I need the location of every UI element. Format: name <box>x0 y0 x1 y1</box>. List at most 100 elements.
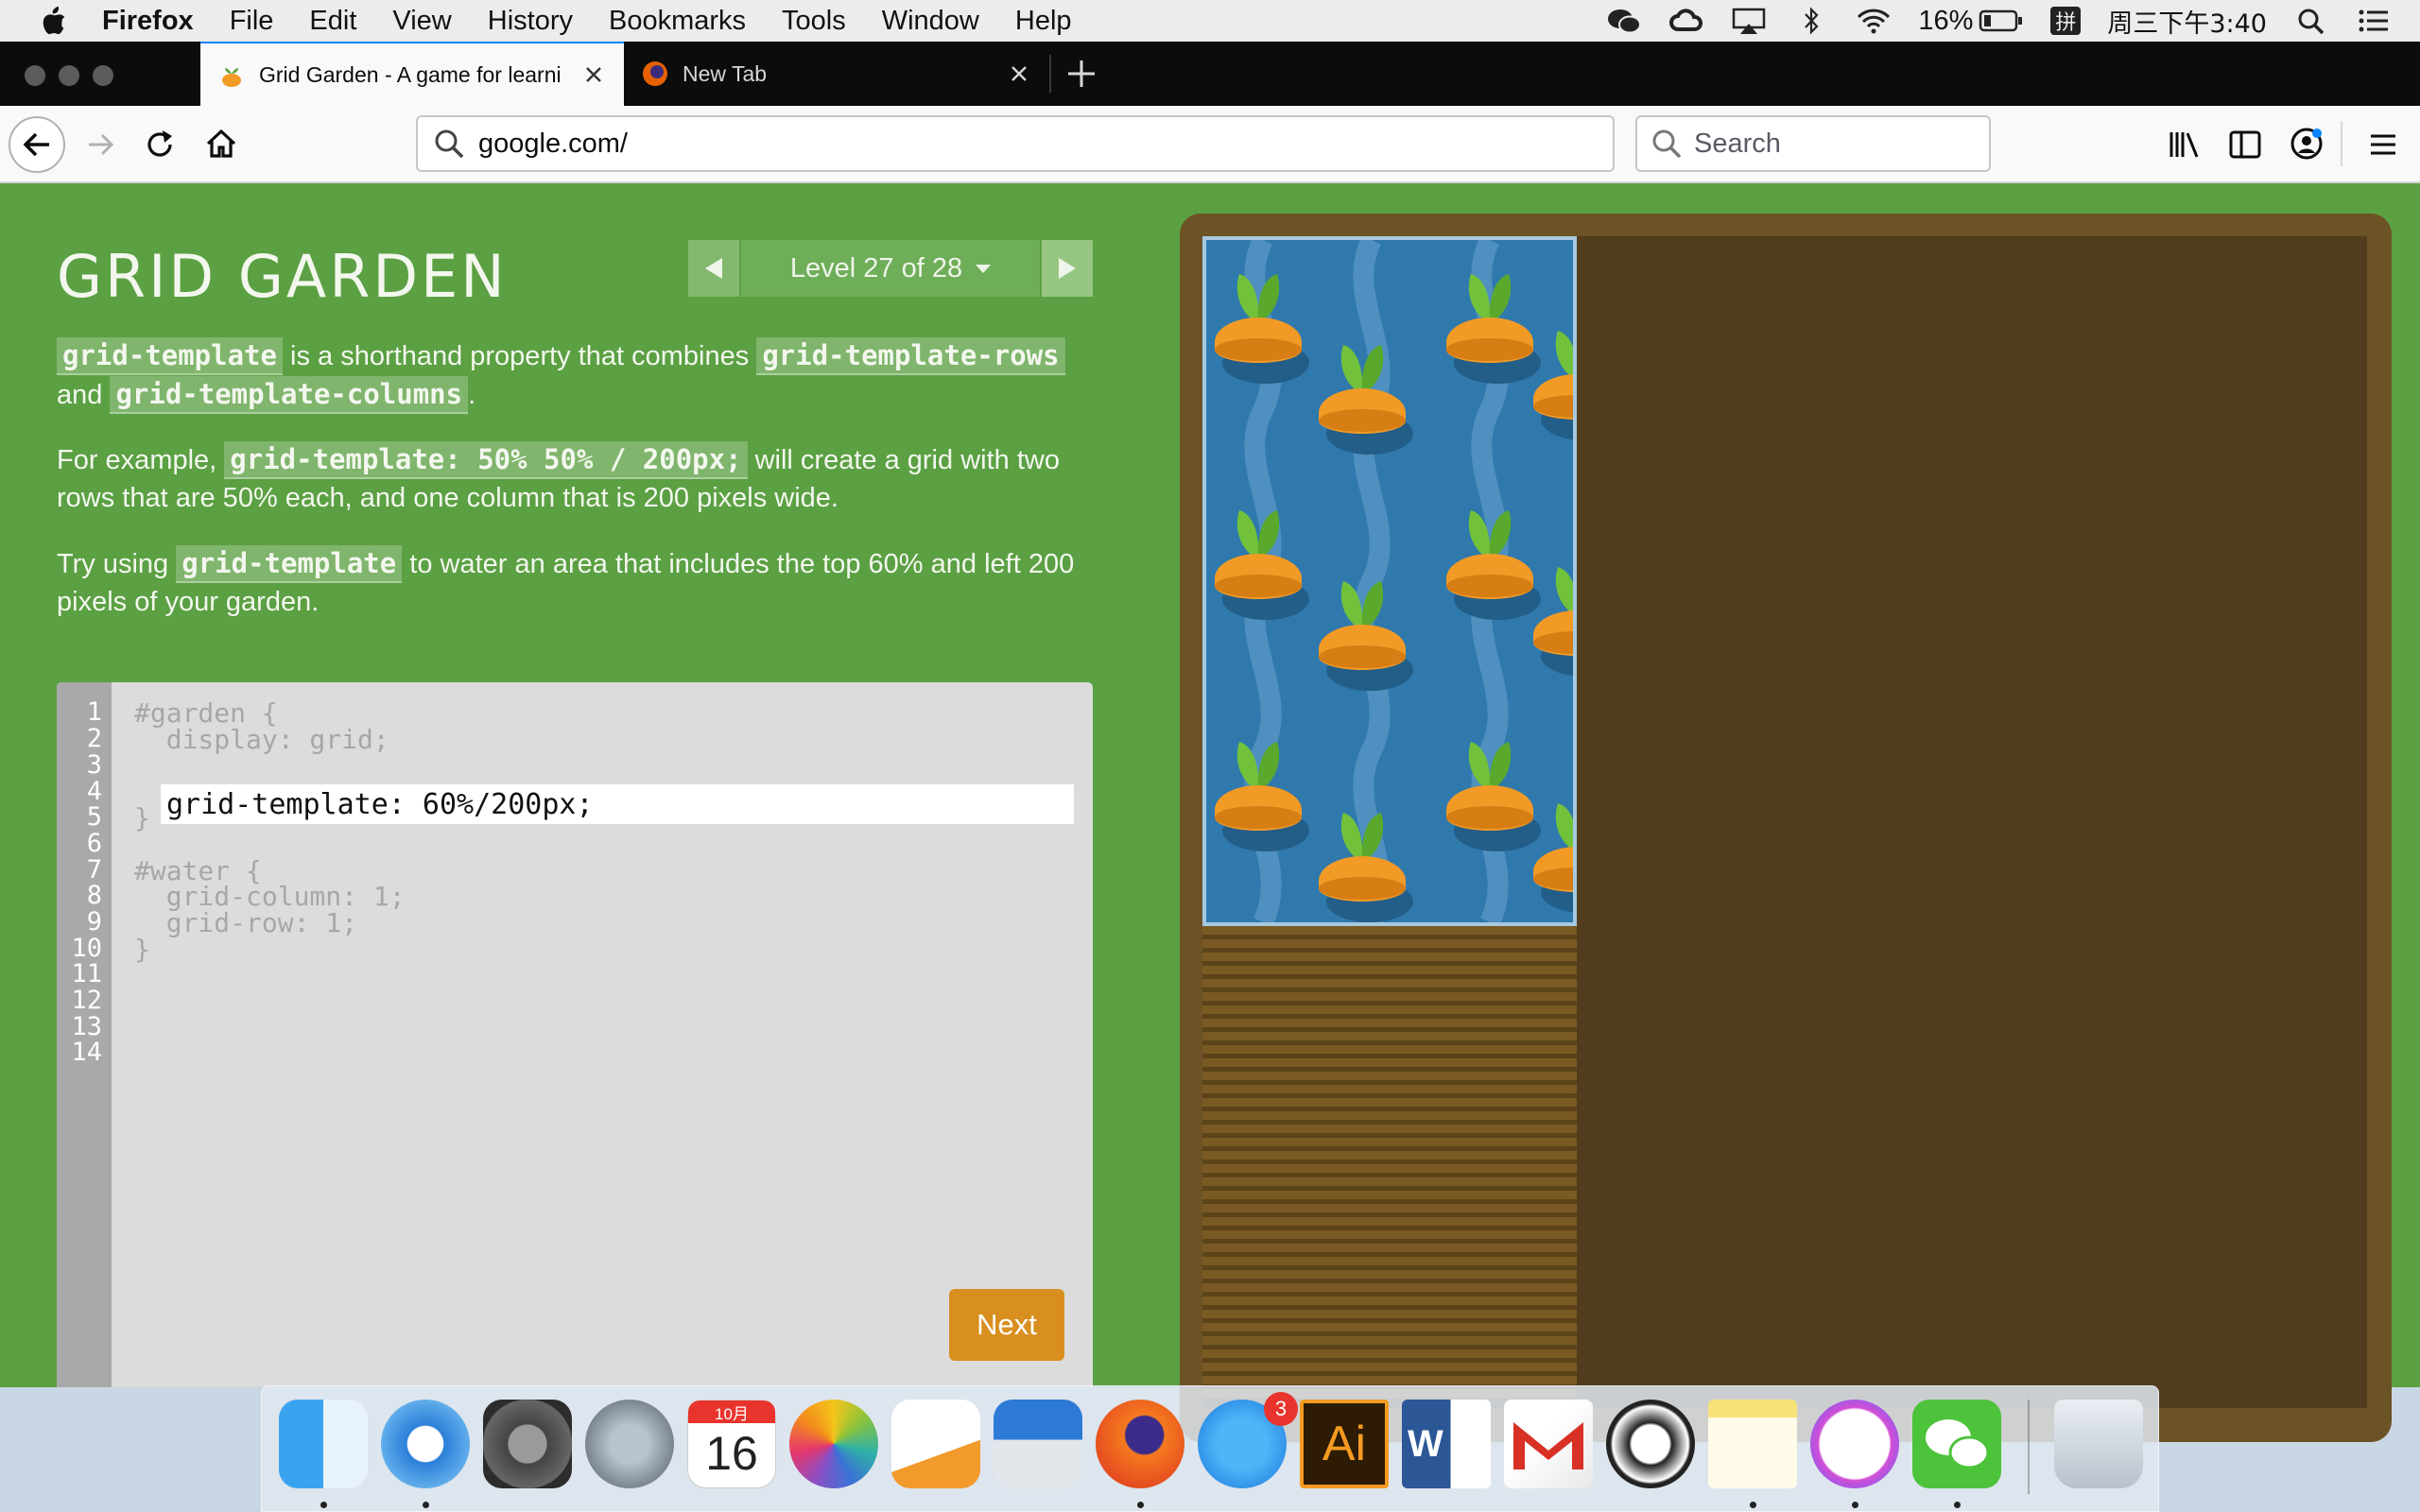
code-term: grid-template-columns <box>110 376 469 414</box>
running-indicator <box>1954 1502 1961 1508</box>
apple-icon[interactable] <box>40 6 68 36</box>
system-preferences-icon[interactable] <box>483 1400 572 1488</box>
window-close-button[interactable] <box>25 65 45 86</box>
itunes-icon[interactable] <box>1810 1400 1899 1488</box>
carrot-icon <box>1319 813 1413 922</box>
firefox-icon[interactable] <box>1096 1400 1184 1488</box>
line-number: 5 <box>86 802 102 832</box>
line-number: 3 <box>86 750 102 780</box>
prev-arrow-icon <box>705 258 722 279</box>
line-number: 14 <box>71 1038 102 1067</box>
running-indicator <box>1750 1502 1756 1508</box>
tab-grid-garden[interactable]: Grid Garden - A game for learni <box>200 42 624 106</box>
tab-close-icon[interactable] <box>580 61 607 88</box>
css-input[interactable] <box>161 784 1074 824</box>
finder-icon[interactable] <box>279 1400 368 1488</box>
trash-icon[interactable] <box>2054 1400 2143 1488</box>
running-indicator <box>1137 1502 1144 1508</box>
menu-window[interactable]: Window <box>882 6 979 37</box>
carrot-icon <box>1533 567 1573 677</box>
css-editor: 1 2 3 4 5 6 7 8 9 10 11 12 13 14 #garden… <box>57 682 1093 1387</box>
menu-help[interactable]: Help <box>1015 6 1072 37</box>
soil-rows <box>1202 926 1577 1399</box>
tab-new-tab[interactable]: New Tab <box>624 42 1049 106</box>
photos-icon[interactable] <box>789 1400 878 1488</box>
menu-bookmarks[interactable]: Bookmarks <box>609 6 746 37</box>
menu-tools[interactable]: Tools <box>782 6 846 37</box>
line-number: 1 <box>86 697 102 727</box>
tab-close-icon[interactable] <box>1006 60 1032 87</box>
notification-center-icon[interactable] <box>2356 7 2392 35</box>
code-line: } <box>134 802 150 833</box>
wechat-status-icon[interactable] <box>1606 7 1642 35</box>
pages-icon[interactable] <box>891 1400 980 1488</box>
calendar-month: 10月 <box>688 1400 775 1423</box>
menu-app-name[interactable]: Firefox <box>102 6 194 37</box>
level-navigation: Level 27 of 28 <box>688 240 1093 297</box>
wifi-icon[interactable] <box>1856 7 1892 35</box>
url-bar[interactable]: google.com/ <box>416 115 1615 172</box>
home-icon[interactable] <box>202 125 240 163</box>
prev-level-button[interactable] <box>688 240 739 297</box>
new-tab-plus-icon[interactable] <box>1063 55 1100 93</box>
carrot-icon <box>1533 331 1573 440</box>
carrot-icon <box>1215 274 1309 384</box>
window-minimize-button[interactable] <box>59 65 79 86</box>
keynote-icon[interactable] <box>994 1400 1082 1488</box>
library-icon[interactable] <box>2167 127 2204 163</box>
next-level-button[interactable] <box>1042 240 1093 297</box>
carrot-icon <box>1319 581 1413 691</box>
notes-icon[interactable] <box>1708 1400 1797 1488</box>
macos-menu-bar: Firefox File Edit View History Bookmarks… <box>0 0 2420 42</box>
sidebar-toggle-icon[interactable] <box>2227 127 2263 163</box>
tab-separator <box>1049 55 1051 93</box>
window-zoom-button[interactable] <box>93 65 113 86</box>
search-bar[interactable]: Search <box>1635 115 1991 172</box>
battery-percent: 16% <box>1918 5 1974 36</box>
dropdown-caret-icon <box>976 264 992 273</box>
hamburger-menu-icon[interactable] <box>2367 129 2399 161</box>
bluetooth-icon[interactable] <box>1793 7 1829 35</box>
spotlight-icon[interactable] <box>2293 7 2329 35</box>
carrot-icon <box>1446 510 1541 620</box>
app-store-badge: 3 <box>1264 1392 1298 1426</box>
line-number: 2 <box>86 724 102 753</box>
word-icon[interactable]: W <box>1402 1400 1491 1488</box>
forward-button-icon[interactable] <box>83 127 119 163</box>
search-placeholder: Search <box>1694 128 1781 159</box>
menu-edit[interactable]: Edit <box>309 6 356 37</box>
airplay-icon[interactable] <box>1731 7 1767 35</box>
text: is a shorthand property that combines <box>282 341 757 371</box>
calendar-day: 16 <box>705 1427 758 1480</box>
instructions-paragraph-1: grid-template is a shorthand property th… <box>57 336 1097 414</box>
running-indicator <box>1852 1502 1858 1508</box>
input-method-indicator[interactable]: 拼 <box>2050 7 2082 35</box>
menu-clock[interactable]: 周三下午3:40 <box>2107 3 2267 40</box>
illustrator-icon[interactable]: Ai <box>1300 1400 1389 1488</box>
tab-title: Grid Garden - A game for learni <box>259 61 562 87</box>
line-number: 12 <box>71 986 102 1015</box>
level-label: Level 27 of 28 <box>789 252 963 284</box>
line-number: 6 <box>86 829 102 858</box>
battery-status[interactable]: 16% <box>1918 6 2024 37</box>
code-line: display: grid; <box>134 724 389 755</box>
account-icon[interactable] <box>2288 125 2325 163</box>
creative-cloud-icon[interactable] <box>1668 7 1704 35</box>
back-button-icon[interactable] <box>8 115 66 174</box>
url-search-icon <box>435 129 464 159</box>
next-button[interactable]: Next <box>949 1289 1064 1361</box>
reload-icon[interactable] <box>142 127 178 163</box>
menu-view[interactable]: View <box>392 6 451 37</box>
safari-icon[interactable] <box>381 1400 470 1488</box>
gmail-icon[interactable] <box>1504 1400 1593 1488</box>
code-line: } <box>134 934 150 965</box>
calendar-icon[interactable]: 10月 16 <box>687 1400 776 1488</box>
menu-history[interactable]: History <box>488 6 573 37</box>
carrot-icon <box>1215 510 1309 620</box>
wechat-icon[interactable] <box>1912 1400 2001 1488</box>
lemon-app-icon[interactable] <box>1606 1400 1695 1488</box>
level-selector[interactable]: Level 27 of 28 <box>741 240 1040 297</box>
launchpad-icon[interactable] <box>585 1400 674 1488</box>
menu-file[interactable]: File <box>230 6 274 37</box>
line-number-gutter: 1 2 3 4 5 6 7 8 9 10 11 12 13 14 <box>57 682 112 1387</box>
